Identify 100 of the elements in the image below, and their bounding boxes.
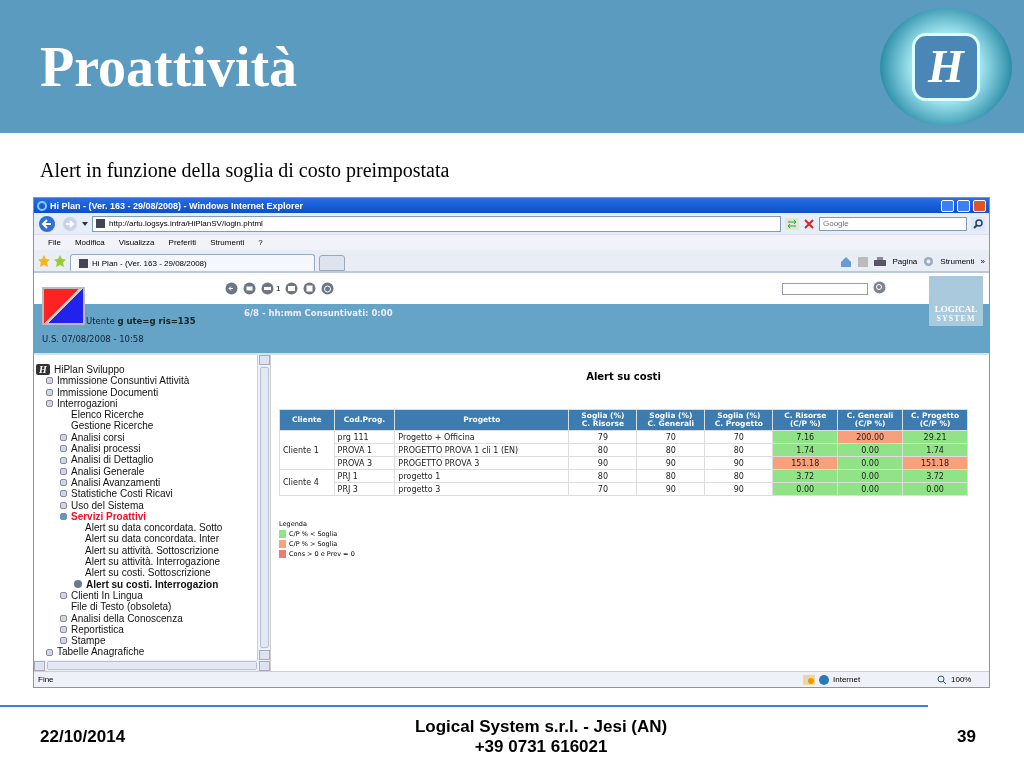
table-cell: 79: [569, 431, 637, 443]
tree-item[interactable]: Alert su attività. Sottoscrizione: [85, 544, 219, 557]
caret-icon[interactable]: [82, 221, 88, 226]
tree-item[interactable]: Tabelle Anagrafiche: [57, 646, 145, 658]
nav-count: 1: [276, 284, 281, 293]
table-cell: 90: [637, 457, 705, 469]
table-cell: 200.00: [838, 431, 903, 443]
table-cell: 80: [705, 444, 773, 456]
close-button[interactable]: [973, 199, 986, 212]
tree-item[interactable]: Clienti In Lingua: [71, 589, 143, 602]
tree-item[interactable]: Immissione Documenti: [57, 386, 159, 398]
search-field[interactable]: [782, 282, 868, 295]
tree-item[interactable]: Analisi di Dettaglio: [71, 454, 154, 466]
zoom-level[interactable]: 100%: [951, 675, 985, 684]
table-cell: 90: [705, 457, 773, 469]
bullet-icon: [60, 433, 67, 441]
printer-icon[interactable]: [874, 256, 887, 267]
refresh-icon[interactable]: [785, 217, 799, 230]
menu-item[interactable]: Strumenti: [210, 238, 245, 247]
page-menu[interactable]: Pagina: [892, 257, 918, 266]
table-cell: Cliente 4: [280, 470, 334, 495]
table-cell: 80: [569, 470, 637, 482]
table-cell: PROVA 3: [334, 457, 395, 469]
bullet-icon: [46, 377, 53, 385]
minimize-button[interactable]: [941, 199, 954, 212]
menu-item[interactable]: Preferiti: [168, 238, 197, 247]
tree-item[interactable]: Reportistica: [71, 623, 124, 636]
bullet-icon: [60, 501, 67, 509]
table-cell: prg 111: [334, 431, 395, 443]
table-cell: 0.00: [838, 483, 903, 495]
tree-item[interactable]: Analisi della Conoscenza: [71, 612, 183, 624]
slide-subtitle: Alert in funzione della soglia di costo preimpostata: [40, 159, 451, 184]
tree-item[interactable]: Interrogazioni: [57, 397, 118, 410]
tree-item[interactable]: Alert su costi. Interrogazion: [86, 578, 219, 590]
report-title: Alert su costi: [585, 371, 662, 382]
tree-item[interactable]: Statistiche Costi Ricavi: [71, 488, 173, 500]
star-icon[interactable]: [54, 254, 66, 267]
table-cell: 70: [637, 431, 705, 443]
overflow-button[interactable]: »: [980, 257, 985, 266]
bullet-icon: [60, 479, 67, 487]
tree-item[interactable]: Immissione Consuntivi Attività: [57, 375, 190, 387]
user-info: Utente g ute=g ris=135: [86, 316, 196, 326]
table-cell: 151.18: [903, 457, 967, 469]
stop-icon[interactable]: [803, 217, 815, 230]
tree-item[interactable]: HiPlan Sviluppo: [54, 364, 125, 376]
tree-item[interactable]: File di Testo (obsoleta): [71, 601, 172, 613]
scrollbar[interactable]: [34, 660, 270, 671]
zoom-icon[interactable]: [937, 674, 947, 685]
bullet-icon: [46, 388, 53, 396]
tree-item[interactable]: Alert su costi. Sottoscrizione: [85, 567, 211, 579]
search-icon[interactable]: [971, 216, 985, 231]
star-icon[interactable]: [38, 254, 50, 267]
back-icon[interactable]: [225, 282, 238, 295]
address-field[interactable]: http://artu.logsys.intra/HiPlanSV/login.phtml: [92, 215, 781, 232]
tree-item[interactable]: Analisi Generale: [71, 465, 145, 477]
tree-item[interactable]: Analisi processi: [71, 443, 141, 455]
slide-date: 22/10/2014: [40, 727, 126, 747]
tree-item[interactable]: Gestione Ricerche: [71, 420, 154, 432]
app-logo: [42, 287, 85, 325]
table-cell: 70: [705, 431, 773, 443]
tree-item[interactable]: Analisi corsi: [71, 431, 125, 444]
tree-item[interactable]: Elenco Ricerche: [71, 409, 144, 421]
tree-item[interactable]: Analisi Avanzamenti: [71, 476, 161, 489]
restore-button[interactable]: [957, 199, 970, 212]
back-icon[interactable]: [38, 214, 58, 233]
home-icon[interactable]: [840, 256, 853, 267]
table-cell: 80: [637, 444, 705, 456]
scrollbar[interactable]: [257, 355, 270, 660]
table-cell: 0.00: [838, 470, 903, 482]
menu-item[interactable]: Visualizza: [118, 238, 155, 247]
app-icon: H: [36, 364, 50, 376]
bullet-icon: [60, 513, 67, 520]
tree-item[interactable]: Uso del Sistema: [71, 499, 144, 511]
tree-item[interactable]: Stampe: [71, 635, 106, 647]
bullet-icon: [60, 467, 67, 475]
table-cell: 90: [637, 483, 705, 495]
menu-item[interactable]: File: [48, 238, 61, 247]
last-access: U.S. 07/08/2008 - 10:58: [42, 334, 144, 344]
bullet-icon: [60, 637, 67, 645]
search-field[interactable]: Google: [819, 216, 967, 231]
page-number: 39: [957, 727, 976, 747]
table-cell: 0.00: [838, 457, 903, 469]
browser-tab[interactable]: Hi Plan - (Ver. 163 - 29/08/2008): [70, 254, 315, 271]
tree-item[interactable]: Alert su attività. Interrogazione: [85, 556, 221, 568]
tree-item[interactable]: Servizi Proattivi: [71, 510, 147, 523]
bullet-icon: [60, 614, 67, 622]
table-cell: 90: [569, 457, 637, 469]
menu-item[interactable]: Modifica: [74, 238, 105, 247]
table-cell: 151.18: [773, 457, 838, 469]
search-icon[interactable]: [873, 281, 886, 294]
tools-menu[interactable]: Strumenti: [940, 257, 975, 266]
bullet-icon: [60, 625, 67, 633]
table-cell: PRJ 1: [334, 470, 395, 482]
table-cell: 80: [637, 470, 705, 482]
company-logo: H: [880, 7, 1012, 126]
tree-item[interactable]: Alert su data concordata. Inter: [85, 533, 219, 545]
table-cell: 90: [705, 483, 773, 495]
tree-item[interactable]: Alert su data concordata. Sotto: [85, 522, 223, 534]
menu-item[interactable]: ?: [258, 238, 263, 247]
table-cell: 1.74: [773, 444, 838, 456]
